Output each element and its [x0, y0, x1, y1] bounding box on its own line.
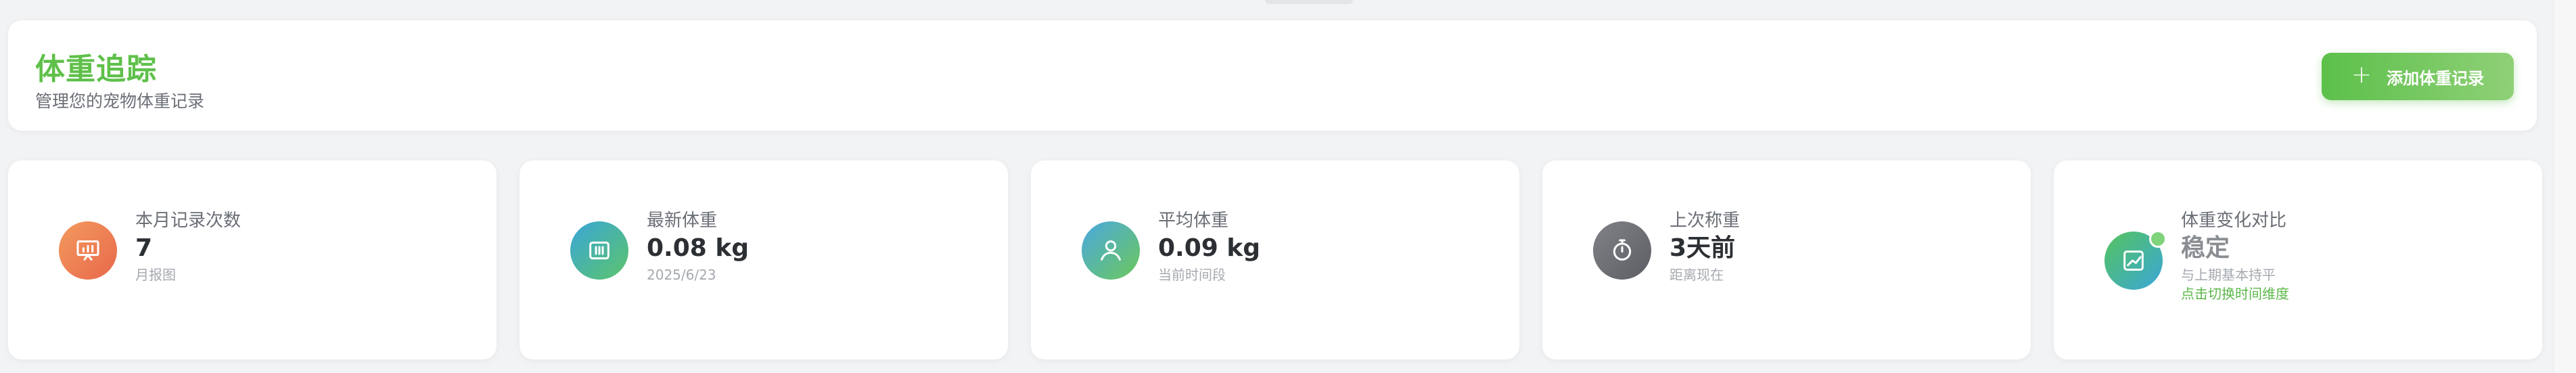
switch-time-dimension-link[interactable]: 点击切换时间维度: [2181, 285, 2289, 303]
stat-card-average-weight: 平均体重 0.09 kg 当前时间段: [1031, 160, 1519, 359]
plus-icon: +: [2351, 61, 2372, 89]
stat-value: 0.08 kg: [647, 234, 750, 262]
stat-title: 本月记录次数: [135, 211, 242, 231]
header-card: 体重追踪 管理您的宠物体重记录 + 添加体重记录: [8, 20, 2537, 131]
stat-value: 稳定: [2181, 234, 2230, 262]
stat-value: 7: [135, 234, 153, 262]
stat-value: 0.09 kg: [1158, 234, 1261, 262]
trend-chart-icon: [2104, 230, 2167, 290]
presentation-chart-icon: [59, 221, 117, 280]
status-dot-icon: [2149, 230, 2167, 248]
stat-card-weight-trend[interactable]: 体重变化对比 稳定 与上期基本持平 点击切换时间维度: [2054, 160, 2542, 359]
page-subtitle: 管理您的宠物体重记录: [35, 91, 205, 111]
stat-title: 上次称重: [1670, 211, 1741, 231]
stat-title: 体重变化对比: [2181, 211, 2287, 231]
stat-value: 3天前: [1670, 234, 1736, 262]
stopwatch-icon: [1593, 221, 1651, 280]
stat-title: 平均体重: [1158, 211, 1229, 231]
stat-card-latest-weight: 最新体重 0.08 kg 2025/6/23: [520, 160, 1008, 359]
top-scroll-handle: [1265, 0, 1353, 4]
user-icon: [1082, 221, 1140, 280]
stat-title: 最新体重: [647, 211, 718, 231]
stat-card-monthly-records: 本月记录次数 7 月报图: [8, 160, 497, 359]
stat-desc: 距离现在: [1670, 267, 1724, 283]
stat-card-last-weighing: 上次称重 3天前 距离现在: [1542, 160, 2031, 359]
bar-chart-icon: [570, 221, 628, 280]
add-weight-record-label: 添加体重记录: [2387, 68, 2485, 88]
stat-desc: 月报图: [135, 267, 176, 283]
page-title: 体重追踪: [35, 52, 157, 87]
vertical-scrollbar[interactable]: [2553, 0, 2576, 373]
stat-desc: 与上期基本持平: [2181, 267, 2276, 283]
stat-desc: 当前时间段: [1158, 267, 1226, 283]
add-weight-record-button[interactable]: + 添加体重记录: [2322, 53, 2514, 100]
stat-desc: 2025/6/23: [647, 267, 716, 283]
